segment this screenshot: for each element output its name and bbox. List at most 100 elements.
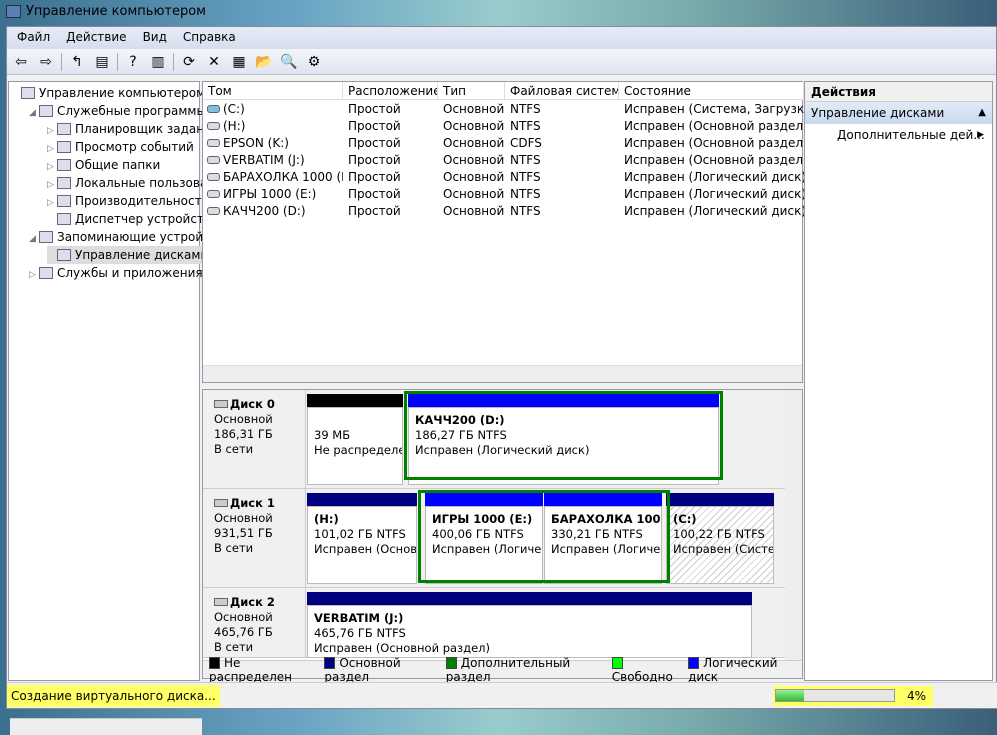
table-row[interactable]: БАРАХОЛКА 1000 (F:) Простой Основной NTFS Ис… (203, 169, 804, 186)
drive-icon (207, 139, 220, 147)
partition-color-bar (307, 493, 417, 506)
tree-item-label: Общие папки (75, 158, 161, 172)
partition-state: Исправен (Основной раздел) (314, 641, 491, 655)
column-header[interactable]: Состояние (619, 82, 804, 100)
actions-section-disk-management[interactable]: Управление дисками ▲ (805, 102, 992, 124)
table-cell: Простой (348, 153, 401, 167)
tree-item[interactable]: Управление компьютером (л (11, 84, 221, 102)
tree-item-label: Запоминающие устройст (57, 230, 217, 244)
table-cell: NTFS (510, 102, 541, 116)
table-row[interactable]: EPSON (K:) Простой Основной CDFS Исправен (О… (203, 135, 804, 152)
table-row[interactable]: (H:) Простой Основной NTFS Исправен (Основно… (203, 118, 804, 135)
tree-item[interactable]: Диспетчер устройств (47, 210, 211, 228)
table-cell: Основной (443, 153, 505, 167)
legend-swatch (688, 656, 700, 669)
show-hide-tree-icon[interactable]: ▤ (92, 52, 112, 72)
disk-name-line: Диск 0 (214, 397, 305, 412)
tree-item-label: Управление компьютером (л (39, 86, 222, 100)
tree-item[interactable]: ▷ Просмотр событий (47, 138, 194, 156)
disk-size: 465,76 ГБ (214, 625, 273, 639)
expand-toggle-icon[interactable]: ▷ (29, 266, 39, 284)
legend: Не распределен Основной раздел Дополнитель… (203, 656, 802, 684)
table-cell: Исправен (Система, Загрузка, Ф (624, 102, 804, 116)
disk-name-line: Диск 1 (214, 496, 305, 511)
tree-item[interactable]: ◢ Запоминающие устройст (29, 228, 217, 246)
partition-block[interactable]: VERBATIM (J:) 465,76 ГБ NTFS Исправен (Осн… (307, 605, 752, 658)
table-cell: Простой (348, 204, 401, 218)
refresh-icon[interactable]: ⟳ (179, 52, 199, 72)
properties-icon[interactable]: ▦ (229, 52, 249, 72)
column-header[interactable]: Том (203, 82, 343, 100)
search-icon[interactable]: 🔍 (279, 52, 299, 72)
tree-horizontal-scrollbar[interactable] (10, 718, 202, 735)
expand-toggle-icon[interactable]: ◢ (29, 104, 39, 122)
table-cell: Простой (348, 136, 401, 150)
help-icon[interactable]: ? (123, 52, 143, 72)
table-row[interactable]: ИГРЫ 1000 (E:) Простой Основной NTFS Исправе… (203, 186, 804, 203)
tree-node-icon (57, 249, 71, 261)
disk-view-vertical-scrollbar[interactable] (785, 390, 802, 662)
table-cell: NTFS (510, 204, 541, 218)
tree-item[interactable]: ▷ Службы и приложения (29, 264, 203, 282)
menu-file[interactable]: Файл (17, 30, 50, 49)
show-hide-action-pane-icon[interactable]: ▥ (148, 52, 168, 72)
tree-node-icon (39, 231, 53, 243)
disk-icon (214, 598, 228, 606)
tree-node-icon (57, 195, 71, 207)
column-header[interactable]: Файловая система (505, 82, 619, 100)
open-icon[interactable]: 📂 (254, 52, 274, 72)
tree-node-icon (39, 105, 53, 117)
legend-item: Логический диск (688, 656, 802, 684)
partition-color-bar (666, 493, 774, 506)
drive-icon (207, 105, 220, 113)
tree-item[interactable]: Управление дисками (47, 246, 213, 264)
disk-size: 186,31 ГБ (214, 427, 273, 441)
table-row[interactable]: (C:) Простой Основной NTFS Исправен (Система… (203, 101, 804, 118)
menu-action[interactable]: Действие (66, 30, 126, 49)
menu-view[interactable]: Вид (143, 30, 167, 49)
partition-block[interactable]: 39 МБ Не распределе (307, 407, 403, 485)
back-icon[interactable]: ⇦ (11, 52, 31, 72)
disk-label[interactable]: Диск 1 Основной 931,51 ГБ В сети (206, 489, 306, 587)
expand-toggle-icon[interactable]: ◢ (29, 230, 39, 248)
tree-item[interactable]: ◢ Служебные программы (29, 102, 206, 120)
tree-node-icon (39, 267, 53, 279)
volume-name-cell: КАЧЧ200 (D:) (223, 204, 306, 218)
partition-size: 101,02 ГБ NTFS (314, 527, 406, 541)
partition-block[interactable]: (C:) 100,22 ГБ NTFS Исправен (Систем (666, 506, 774, 584)
menu-help[interactable]: Справка (183, 30, 236, 49)
drive-icon (207, 122, 220, 130)
tree-item[interactable]: ▷ Производительность (47, 192, 209, 210)
table-cell: Исправен (Логический диск) (624, 170, 804, 184)
disk-status: В сети (214, 442, 254, 456)
tree-item[interactable]: ▷ Локальные пользовате (47, 174, 222, 192)
partition-block[interactable]: (H:) 101,02 ГБ NTFS Исправен (Основ (307, 506, 417, 584)
table-row[interactable]: КАЧЧ200 (D:) Простой Основной NTFS Исправен … (203, 203, 804, 220)
settings-icon[interactable]: ⚙ (304, 52, 324, 72)
delete-icon[interactable]: ✕ (204, 52, 224, 72)
tree-item[interactable]: ▷ Планировщик заданий (47, 120, 220, 138)
actions-pane: Действия Управление дисками ▲ Дополнитель… (804, 81, 993, 681)
table-cell: Простой (348, 187, 401, 201)
up-folder-icon[interactable]: ↰ (67, 52, 87, 72)
disk-label[interactable]: Диск 2 Основной 465,76 ГБ В сети (206, 588, 306, 657)
more-actions-item[interactable]: Дополнительные дей... ▶ (805, 124, 992, 146)
column-header[interactable]: Расположение (343, 82, 438, 100)
disk-name: Диск 0 (230, 397, 275, 411)
progress-fill (776, 690, 805, 701)
table-row[interactable]: VERBATIM (J:) Простой Основной NTFS Исправен… (203, 152, 804, 169)
tree-item[interactable]: ▷ Общие папки (47, 156, 160, 174)
progress-bar (775, 689, 895, 702)
disk-label[interactable]: Диск 0 Основной 186,31 ГБ В сети (206, 390, 306, 488)
submenu-arrow-icon: ▶ (977, 130, 984, 140)
forward-icon[interactable]: ⇨ (36, 52, 56, 72)
drive-icon (207, 156, 220, 164)
disk-type: Основной (214, 610, 273, 624)
list-horizontal-scrollbar[interactable] (203, 365, 802, 382)
legend-swatch (611, 656, 623, 669)
toolbar: ⇦ ⇨ ↰ ▤? ▥ ⟳ ✕ ▦ 📂 🔍 ⚙ (7, 49, 996, 75)
tree-item-label: Диспетчер устройств (75, 212, 212, 226)
table-cell: NTFS (510, 170, 541, 184)
column-header[interactable]: Тип (438, 82, 505, 100)
volume-name-cell: (C:) (223, 102, 245, 116)
